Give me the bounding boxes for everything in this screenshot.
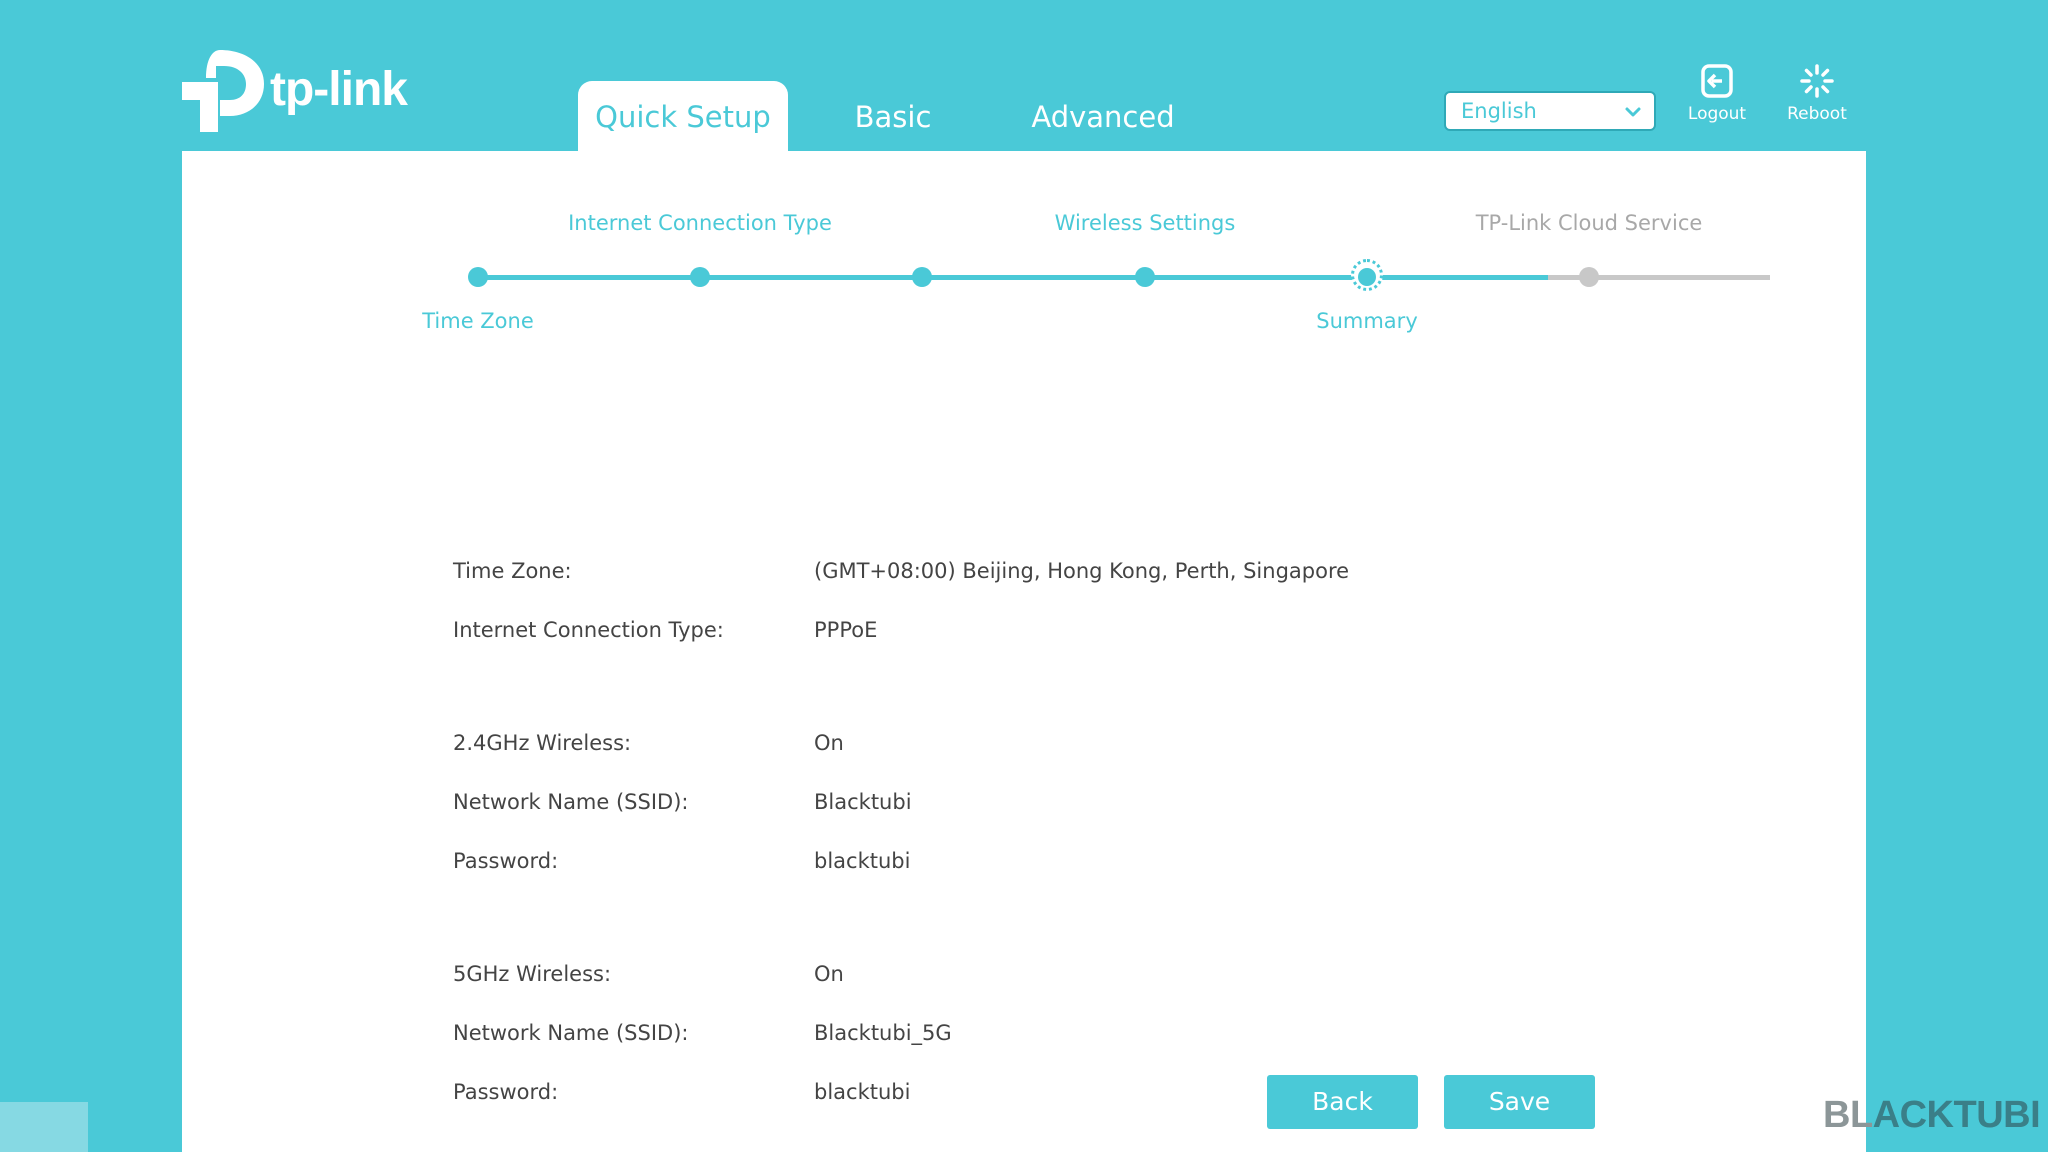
logout-icon	[1701, 64, 1733, 98]
reboot-button[interactable]: Reboot	[1772, 64, 1862, 124]
summary-key: Time Zone:	[453, 559, 572, 583]
step-dot-intermediate	[912, 267, 932, 287]
corner-overlay	[0, 1102, 88, 1152]
main-nav-tabs: Quick Setup Basic Advanced	[578, 81, 1208, 151]
step-dot-wireless-settings	[1135, 267, 1155, 287]
logout-button[interactable]: Logout	[1672, 64, 1762, 124]
step-label-cloud-service: TP-Link Cloud Service	[1475, 211, 1703, 235]
watermark: BLACKTUBI	[1823, 1094, 2041, 1137]
summary-key: Network Name (SSID):	[453, 790, 689, 814]
summary-value: On	[814, 731, 844, 755]
step-dot-summary	[1358, 268, 1376, 286]
summary-key: Password:	[453, 849, 559, 873]
summary-key: Network Name (SSID):	[453, 1021, 689, 1045]
step-dot-time-zone	[468, 267, 488, 287]
watermark-part-1: BL	[1823, 1094, 1873, 1136]
tab-quick-setup[interactable]: Quick Setup	[578, 81, 788, 151]
step-label-wireless-settings: Wireless Settings	[1054, 211, 1236, 235]
summary-value: PPPoE	[814, 618, 878, 642]
wizard-progress: Time Zone Internet Connection Type Wirel…	[182, 151, 1866, 351]
save-button[interactable]: Save	[1444, 1075, 1595, 1129]
summary-value: (GMT+08:00) Beijing, Hong Kong, Perth, S…	[814, 559, 1350, 583]
tab-advanced[interactable]: Advanced	[998, 81, 1208, 151]
summary-value: Blacktubi	[814, 790, 912, 814]
summary-key: 5GHz Wireless:	[453, 962, 612, 986]
step-label-internet-connection-type: Internet Connection Type	[568, 211, 832, 235]
tp-link-logo-icon	[182, 50, 264, 132]
tab-basic[interactable]: Basic	[788, 81, 998, 151]
progress-line-completed	[478, 275, 1548, 280]
summary-key: 2.4GHz Wireless:	[453, 731, 632, 755]
content-panel: Time Zone Internet Connection Type Wirel…	[182, 151, 1866, 1152]
summary-value: Blacktubi_5G	[814, 1021, 952, 1045]
watermark-part-2: ACKTUBI	[1872, 1094, 2041, 1136]
logout-label: Logout	[1687, 104, 1747, 124]
chevron-down-icon	[1625, 107, 1641, 117]
summary-value: blacktubi	[814, 849, 911, 873]
step-dot-internet-connection-type	[690, 267, 710, 287]
tp-link-logo: tp-link	[182, 48, 422, 134]
language-selected-value: English	[1461, 99, 1537, 123]
language-select[interactable]: English	[1444, 91, 1656, 131]
summary-value: On	[814, 962, 844, 986]
summary-key: Internet Connection Type:	[453, 618, 724, 642]
back-button[interactable]: Back	[1267, 1075, 1418, 1129]
step-label-time-zone: Time Zone	[422, 309, 534, 333]
summary-key: Password:	[453, 1080, 559, 1104]
brand-name: tp-link	[270, 63, 408, 116]
step-label-summary: Summary	[1316, 309, 1418, 333]
reboot-label: Reboot	[1787, 104, 1847, 124]
step-dot-cloud-service	[1579, 267, 1599, 287]
summary-value: blacktubi	[814, 1080, 911, 1104]
reboot-icon	[1800, 64, 1834, 98]
